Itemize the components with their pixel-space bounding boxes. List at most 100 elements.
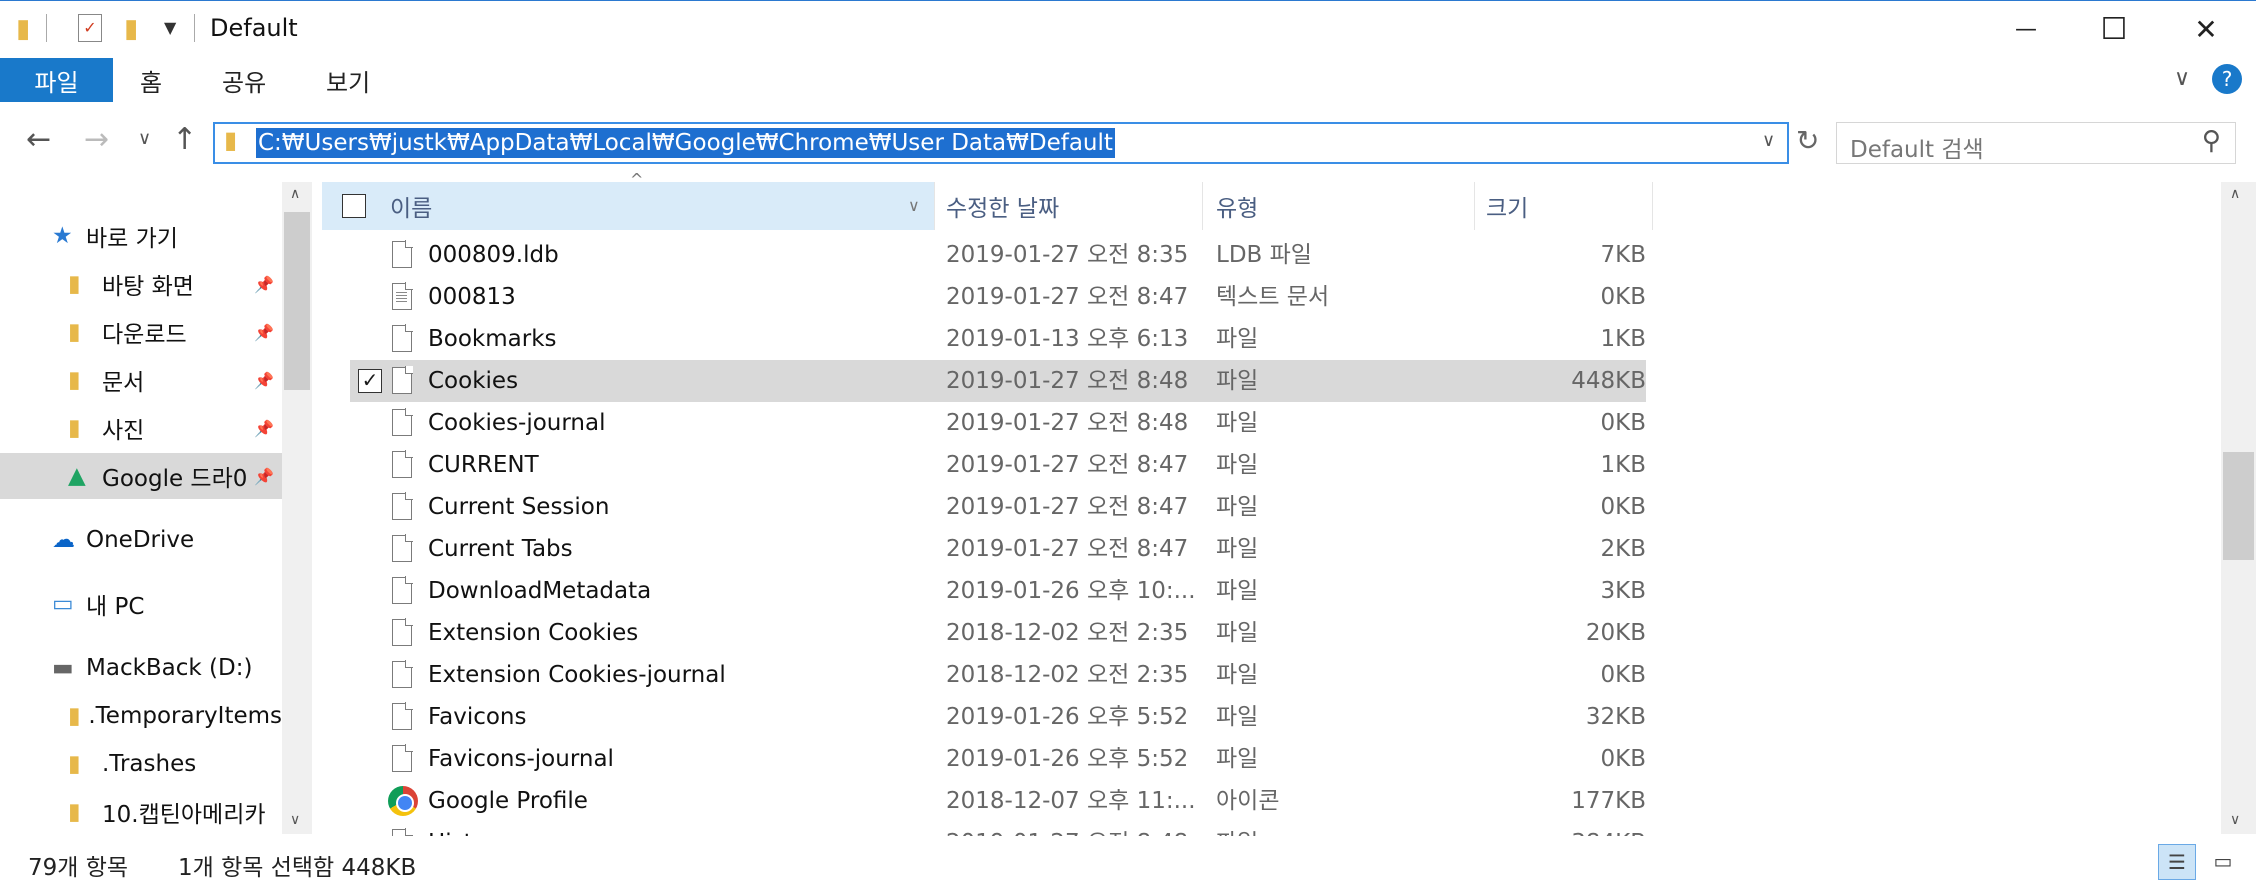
close-button[interactable]: ✕ — [2160, 0, 2252, 58]
back-icon[interactable]: ← — [26, 122, 51, 157]
file-size: 3KB — [1600, 578, 1647, 604]
file-type: 파일 — [1216, 326, 1259, 352]
file-date: 2019-01-26 오후 10:... — [946, 578, 1196, 604]
file-date: 2018-12-02 오전 2:35 — [946, 620, 1189, 646]
file-type: 텍스트 문서 — [1216, 284, 1330, 310]
file-date: 2018-12-02 오전 2:35 — [946, 662, 1189, 688]
up-icon[interactable]: ↑ — [172, 122, 197, 157]
file-type: 파일 — [1216, 704, 1259, 730]
search-icon[interactable]: ⚲ — [2202, 126, 2221, 156]
column-size[interactable]: 크기 — [1486, 182, 1528, 230]
file-icon — [392, 324, 413, 352]
address-dropdown-icon[interactable]: ∨ — [1762, 130, 1775, 151]
forward-icon[interactable]: → — [84, 122, 109, 157]
file-row[interactable]: Google Profile 2018-12-07 오후 11:... 아이콘 177… — [350, 780, 1646, 822]
scroll-up-icon[interactable]: ∧ — [2230, 186, 2240, 202]
file-name: Cookies — [428, 368, 519, 394]
file-date: 2019-01-26 오후 5:52 — [946, 746, 1189, 772]
tab-home[interactable]: 홈 — [140, 58, 162, 102]
file-row[interactable]: CURRENT 2019-01-27 오전 8:47 파일 1KB — [350, 444, 1646, 486]
customize-toolbar-icon[interactable]: ▼ — [164, 18, 176, 37]
file-row[interactable]: Extension Cookies 2018-12-02 오전 2:35 파일 20K… — [350, 612, 1646, 654]
tab-share[interactable]: 공유 — [222, 58, 266, 102]
file-size: 177KB — [1571, 788, 1646, 814]
file-type: 파일 — [1216, 620, 1259, 646]
file-row[interactable]: Bookmarks 2019-01-13 오후 6:13 파일 1KB — [350, 318, 1646, 360]
file-size: 1KB — [1600, 452, 1647, 478]
divider — [1652, 182, 1653, 230]
file-icon — [392, 702, 413, 730]
file-name: Extension Cookies — [428, 620, 639, 646]
file-date: 2019-01-27 오전 8:47 — [946, 536, 1189, 562]
file-name: DownloadMetadata — [428, 578, 652, 604]
file-date: 2019-01-27 오전 8:47 — [946, 452, 1189, 478]
file-date: 2019-01-27 오전 8:47 — [946, 284, 1189, 310]
file-row[interactable]: Current Tabs 2019-01-27 오전 8:47 파일 2KB — [350, 528, 1646, 570]
new-folder-icon[interactable]: ▮ — [124, 14, 138, 44]
file-date: 2019-01-27 오전 8:48 — [946, 368, 1189, 394]
file-row[interactable]: ✓ Cookies 2019-01-27 오전 8:48 파일 448KB — [350, 360, 1646, 402]
row-checkbox[interactable]: ✓ — [358, 369, 382, 393]
sort-indicator-icon: ^ — [630, 170, 644, 189]
large-icons-view-icon[interactable]: ▭ — [2204, 844, 2242, 880]
file-size: 0KB — [1600, 746, 1647, 772]
column-type[interactable]: 유형 — [1216, 182, 1258, 230]
file-row[interactable]: 000809.ldb 2019-01-27 오전 8:35 LDB 파일 7KB — [350, 234, 1646, 276]
divider — [46, 14, 47, 42]
column-filter-icon[interactable]: ∨ — [908, 196, 920, 215]
file-size: 7KB — [1600, 242, 1647, 268]
file-date: 2019-01-26 오후 5:52 — [946, 704, 1189, 730]
expand-ribbon-icon[interactable]: ∨ — [2174, 66, 2190, 91]
file-icon — [392, 450, 413, 478]
file-name: History — [428, 822, 510, 836]
file-row[interactable]: Favicons-journal 2019-01-26 오후 5:52 파일 0KB — [350, 738, 1646, 780]
file-type: 파일 — [1216, 578, 1259, 604]
divider — [1474, 182, 1475, 230]
file-row[interactable]: DownloadMetadata 2019-01-26 오후 10:... 파일 3K… — [350, 570, 1646, 612]
address-input[interactable]: C:₩Users₩justk₩AppData₩Local₩Google₩Chro… — [256, 128, 1115, 158]
recent-locations-icon[interactable]: ∨ — [138, 128, 151, 149]
file-name: 000809.ldb — [428, 242, 559, 268]
refresh-icon[interactable]: ↻ — [1796, 124, 1819, 157]
file-row[interactable]: 000813 2019-01-27 오전 8:47 텍스트 문서 0KB — [350, 276, 1646, 318]
file-row[interactable]: Favicons 2019-01-26 오후 5:52 파일 32KB — [350, 696, 1646, 738]
file-row[interactable]: Current Session 2019-01-27 오전 8:47 파일 0KB — [350, 486, 1646, 528]
file-icon — [392, 534, 413, 562]
file-icon — [392, 576, 413, 604]
file-type: 파일 — [1216, 494, 1259, 520]
help-icon[interactable]: ? — [2212, 64, 2242, 94]
file-date: 2019-01-27 오전 8:35 — [946, 242, 1189, 268]
divider — [934, 182, 935, 230]
file-size: 0KB — [1600, 662, 1647, 688]
scroll-up-icon[interactable]: ∧ — [290, 186, 300, 202]
column-date[interactable]: 수정한 날짜 — [946, 182, 1059, 230]
file-size: 1KB — [1600, 326, 1647, 352]
tab-view[interactable]: 보기 — [326, 58, 370, 102]
column-name[interactable]: 이름 — [390, 182, 432, 230]
file-size: 2KB — [1600, 536, 1647, 562]
properties-icon[interactable]: ✓ — [78, 14, 102, 42]
file-size: 32KB — [1585, 704, 1646, 730]
selection-info: 1개 항목 선택함 448KB — [178, 855, 417, 881]
file-date: 2019-01-27 오전 8:48 — [946, 822, 1188, 836]
file-row[interactable]: History 2019-01-27 오전 8:48 파일 384KB — [350, 822, 1646, 836]
file-size: 20KB — [1585, 620, 1646, 646]
file-name: Extension Cookies-journal — [428, 662, 726, 688]
minimize-button[interactable]: — — [1980, 0, 2072, 58]
scroll-down-icon[interactable]: ∨ — [2230, 812, 2240, 828]
file-row[interactable]: Cookies-journal 2019-01-27 오전 8:48 파일 0KB — [350, 402, 1646, 444]
title-bar — [0, 0, 2256, 58]
file-row[interactable]: Extension Cookies-journal 2018-12-02 오전 2… — [350, 654, 1646, 696]
search-input[interactable]: Default 검색 — [1850, 130, 1984, 164]
file-type: 아이콘 — [1216, 788, 1280, 814]
tab-file[interactable]: 파일 — [0, 58, 113, 102]
file-list-scroll-thumb[interactable] — [2223, 452, 2254, 560]
maximize-button[interactable]: ☐ — [2068, 0, 2160, 58]
select-all-checkbox[interactable] — [342, 194, 366, 218]
window-title: Default — [210, 14, 298, 42]
details-view-icon[interactable]: ☰ — [2158, 844, 2196, 880]
chrome-icon — [388, 786, 418, 816]
file-icon — [392, 492, 413, 520]
file-name: Google Profile — [428, 788, 588, 814]
file-icon — [392, 366, 413, 394]
